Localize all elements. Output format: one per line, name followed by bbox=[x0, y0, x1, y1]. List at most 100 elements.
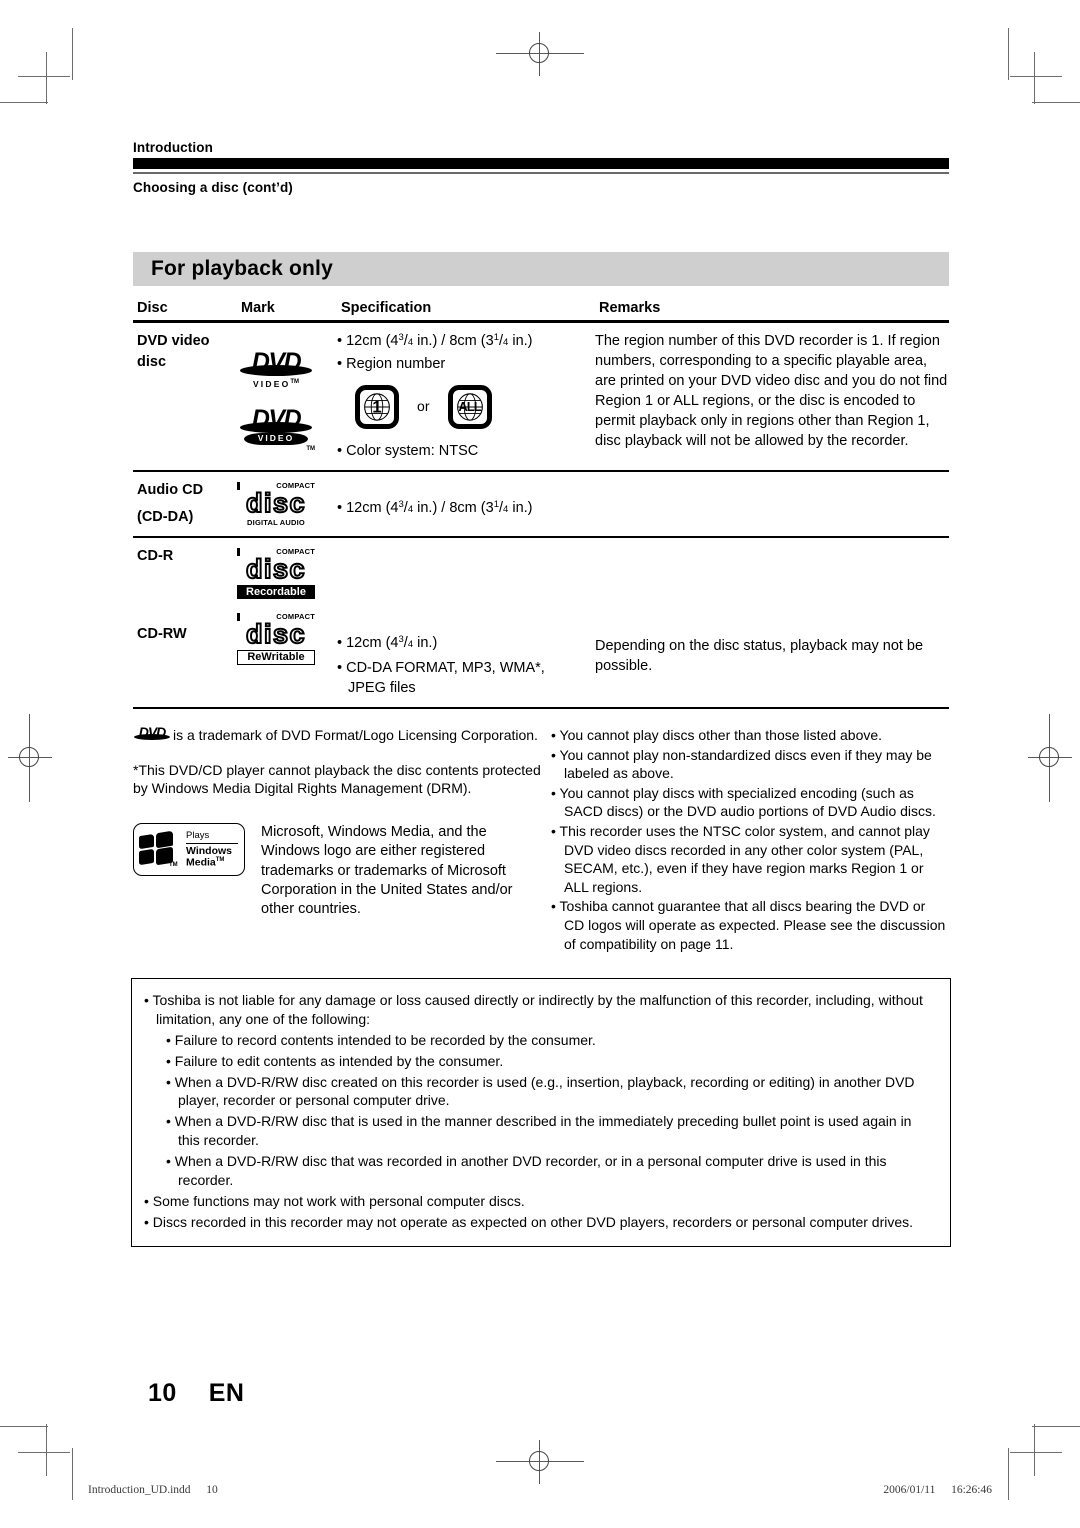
column-header-disc: Disc bbox=[137, 300, 168, 316]
dvd-trademark-note: DVD is a trademark of DVD Format/Logo Li… bbox=[133, 725, 543, 745]
wm-plays-label: Plays bbox=[186, 829, 210, 841]
cd-logo-rewritable-tag: ReWritable bbox=[237, 650, 315, 666]
page-header: Introduction Choosing a disc (cont’d) bbox=[133, 140, 949, 195]
cell-disc-name: CD-R CD-RW bbox=[133, 546, 237, 698]
disc-name-line-1: Audio CD bbox=[137, 482, 204, 499]
microsoft-trademark-note: Microsoft, Windows Media, and the Window… bbox=[261, 823, 513, 918]
table-header-row: Disc Mark Specification Remarks bbox=[133, 300, 949, 320]
cell-remarks: Depending on the disc status, playback m… bbox=[595, 638, 924, 675]
note-bullet: You cannot play discs other than those l… bbox=[551, 726, 949, 745]
compact-disc-rewritable-logo-icon: COMPACT disc ReWritable bbox=[237, 613, 315, 666]
spec-size-line: • 12cm (43/4 in.) / 8cm (31/4 in.) bbox=[337, 499, 533, 516]
wm-media-label: MediaTM bbox=[186, 856, 225, 869]
cell-disc-name: DVD video disc bbox=[133, 331, 237, 462]
liability-sub-item: When a DVD-R/RW disc that is used in the… bbox=[144, 1112, 936, 1150]
windows-media-block: TM Plays Windows MediaTM Microsoft, Wind… bbox=[133, 822, 543, 919]
spec-color-system-line: • Color system: NTSC bbox=[337, 442, 479, 459]
header-subtitle: Choosing a disc (cont’d) bbox=[133, 180, 293, 195]
registration-mark-top bbox=[496, 32, 584, 76]
cell-disc-mark: COMPACT disc DIGITAL AUDIO bbox=[237, 480, 337, 528]
liability-tail-item: Some functions may not work with persona… bbox=[144, 1192, 936, 1211]
footer-file-info: Introduction_UD.indd 10 bbox=[88, 1484, 218, 1496]
plays-windows-media-logo-icon: TM Plays Windows MediaTM bbox=[133, 822, 245, 876]
registration-mark-right bbox=[1028, 714, 1072, 802]
dvd-video-logo-icon: DVD VIDEOTM bbox=[237, 349, 315, 390]
header-section-label: Introduction bbox=[133, 140, 213, 155]
table-row: DVD video disc DVD VIDEOTM DVD VIDEO TM … bbox=[133, 323, 949, 470]
liability-sub-item: When a DVD-R/RW disc created on this rec… bbox=[144, 1073, 936, 1111]
region-mark-1-label: 1 bbox=[372, 397, 382, 417]
dvd-logo-tm-inverse: TM bbox=[306, 445, 315, 452]
section-title-banner: For playback only bbox=[133, 252, 949, 286]
liability-sub-item: When a DVD-R/RW disc that was recorded i… bbox=[144, 1152, 936, 1190]
table-bottom-rule bbox=[133, 706, 949, 710]
dvd-logo-video-text: VIDEOTM bbox=[252, 378, 300, 389]
registration-mark-left bbox=[8, 714, 52, 802]
header-black-bar bbox=[133, 158, 949, 169]
dvd-logo-video-text-inverse: VIDEO bbox=[244, 432, 308, 445]
footer-date: 2006/01/11 bbox=[883, 1484, 936, 1496]
cell-specification: • 12cm (43/4 in.) / 8cm (31/4 in.) bbox=[337, 480, 595, 528]
cd-logo-digital-audio-text: DIGITAL AUDIO bbox=[247, 518, 305, 528]
spec-size-line: • 12cm (43/4 in.) / 8cm (31/4 in.) bbox=[337, 331, 533, 349]
page-number-value: 10 bbox=[148, 1379, 177, 1407]
spec-format-line: • CD-DA FORMAT, MP3, WMA*, bbox=[337, 659, 545, 676]
cd-logo-recordable-tag: Recordable bbox=[237, 585, 315, 600]
compact-disc-recordable-logo-icon: COMPACT disc Recordable bbox=[237, 548, 315, 600]
document-page: Introduction Choosing a disc (cont’d) Fo… bbox=[0, 0, 1080, 1528]
page-number-language: EN bbox=[208, 1379, 245, 1407]
cd-logo-disc-text: disc bbox=[245, 554, 307, 585]
page-number: 10 EN bbox=[148, 1379, 244, 1408]
disc-name-line-2: (CD-DA) bbox=[137, 509, 194, 526]
cd-logo-disc-text: disc bbox=[245, 488, 307, 519]
table-row: Audio CD (CD-DA) COMPACT disc DIGITAL AU… bbox=[133, 472, 949, 536]
note-bullet: You cannot play non-standardized discs e… bbox=[551, 746, 949, 783]
cell-specification: • 12cm (43/4 in.) • CD-DA FORMAT, MP3, W… bbox=[337, 546, 595, 698]
liability-box: Toshiba is not liable for any damage or … bbox=[131, 978, 951, 1247]
dvd-logo-wordmark-inverse: DVD bbox=[251, 404, 302, 433]
notes-left-column: DVD is a trademark of DVD Format/Logo Li… bbox=[133, 725, 543, 954]
liability-sub-item: Failure to record contents intended to b… bbox=[144, 1031, 936, 1050]
dvd-video-logo-inverse-icon: DVD VIDEO TM bbox=[237, 406, 315, 453]
column-header-specification: Specification bbox=[341, 300, 432, 316]
footer-page: 10 bbox=[206, 1484, 218, 1496]
compact-disc-digital-audio-logo-icon: COMPACT disc DIGITAL AUDIO bbox=[237, 482, 315, 527]
cell-disc-mark: DVD VIDEOTM DVD VIDEO TM bbox=[237, 331, 337, 462]
table-row: CD-R CD-RW COMPACT disc Recordable COMPA… bbox=[133, 538, 949, 706]
dvd-trademark-text: is a trademark of DVD Format/Logo Licens… bbox=[173, 727, 538, 743]
column-header-mark: Mark bbox=[241, 300, 275, 316]
cell-disc-name: Audio CD (CD-DA) bbox=[133, 480, 237, 528]
windows-flag-icon: TM bbox=[139, 831, 179, 868]
registration-mark-bottom bbox=[496, 1440, 584, 1484]
disc-table: Disc Mark Specification Remarks DVD vide… bbox=[133, 300, 949, 710]
liability-lead-text: Toshiba is not liable for any damage or … bbox=[144, 991, 936, 1029]
footer-timestamp: 2006/01/11 16:26:46 bbox=[883, 1484, 992, 1496]
liability-sub-item: Failure to edit contents as intended by … bbox=[144, 1052, 936, 1071]
cell-remarks bbox=[595, 480, 949, 528]
region-mark-all-label: ALL bbox=[458, 399, 481, 415]
column-header-remarks: Remarks bbox=[599, 300, 661, 316]
cell-specification: • 12cm (43/4 in.) / 8cm (31/4 in.) • Reg… bbox=[337, 331, 595, 462]
disc-name-line-1: DVD video bbox=[137, 332, 210, 349]
notes-section: DVD is a trademark of DVD Format/Logo Li… bbox=[133, 725, 949, 954]
note-bullet: You cannot play discs with specialized e… bbox=[551, 784, 949, 821]
footer-time: 16:26:46 bbox=[951, 1484, 992, 1496]
windows-media-logo-text: Plays Windows MediaTM bbox=[179, 829, 238, 869]
disc-name-line-2: disc bbox=[137, 353, 167, 370]
drm-note: *This DVD/CD player cannot playback the … bbox=[133, 761, 541, 796]
dvd-logo-wordmark: DVD bbox=[251, 347, 302, 376]
footer-filename: Introduction_UD.indd bbox=[88, 1484, 191, 1496]
spec-size-line: • 12cm (43/4 in.) bbox=[337, 634, 438, 651]
note-bullet: This recorder uses the NTSC color system… bbox=[551, 822, 949, 896]
note-bullet: Toshiba cannot guarantee that all discs … bbox=[551, 897, 949, 953]
liability-tail-item: Discs recorded in this recorder may not … bbox=[144, 1213, 936, 1232]
region-mark-connector: or bbox=[417, 398, 430, 415]
cell-remarks: The region number of this DVD recorder i… bbox=[595, 332, 948, 449]
dvd-mini-logo-icon: DVD bbox=[133, 725, 171, 742]
spec-region-line: • Region number bbox=[337, 356, 446, 373]
cell-disc-mark: COMPACT disc Recordable COMPACT disc ReW… bbox=[237, 546, 337, 698]
cd-logo-disc-text: disc bbox=[245, 619, 307, 650]
section-title-text: For playback only bbox=[151, 257, 333, 280]
spec-format-line-2: JPEG files bbox=[348, 679, 416, 696]
disc-name-line-1: CD-R bbox=[137, 548, 174, 565]
